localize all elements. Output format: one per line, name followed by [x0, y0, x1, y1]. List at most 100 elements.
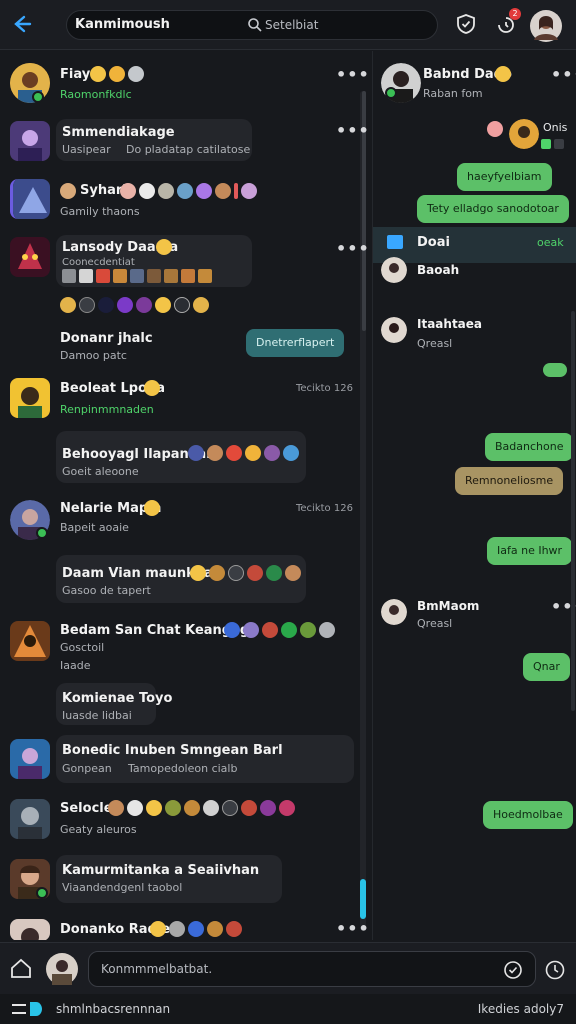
profile-avatar[interactable] [530, 10, 562, 42]
message-bubble[interactable]: Remnoneliosme [455, 467, 564, 495]
avatar [381, 599, 407, 625]
emoji-row [150, 921, 242, 937]
message-bubble[interactable]: haeyfyelbiam [457, 163, 552, 191]
emoji-row [190, 565, 301, 581]
menu-icon[interactable] [10, 1000, 44, 1018]
notification-badge: 2 [509, 8, 521, 20]
timestamp: Tecikto 126 [296, 503, 353, 514]
avatar [10, 799, 50, 839]
message-input[interactable]: Konmmmelbatbat. [88, 951, 536, 987]
chat-preview: Coonecdentiat [62, 257, 135, 268]
online-dot [32, 91, 44, 103]
message-bubble[interactable]: Qnar [523, 653, 570, 681]
scrollbar-track[interactable] [571, 311, 575, 711]
chat-name: Kamurmitanka a Seaiivhan [62, 863, 260, 878]
home-icon[interactable] [8, 955, 34, 981]
emoji-row [188, 445, 299, 461]
chat-name: Komienae Toyo [62, 691, 173, 706]
chat-name: Fiay [60, 67, 91, 82]
avatar [381, 317, 407, 343]
scrollbar-thumb[interactable] [360, 879, 366, 919]
avatar [10, 919, 50, 940]
avatar [10, 378, 50, 418]
avatar [10, 63, 50, 103]
online-dot [36, 527, 48, 539]
search-icon[interactable] [247, 17, 263, 33]
more-options-icon[interactable]: ••• [336, 121, 370, 140]
chat-preview: Viaandendgenl taobol [62, 881, 183, 894]
emoji-row [120, 183, 257, 199]
message-placeholder: Konmmmelbatbat. [101, 962, 213, 976]
avatar [10, 739, 50, 779]
participant-name: Baoah [417, 263, 460, 277]
emoji-row [60, 183, 76, 199]
message-bubble[interactable]: Badanchone [485, 433, 574, 461]
chat-status: Raomonfkdlc [60, 88, 132, 101]
conversation-status: Raban fom [423, 87, 483, 100]
notification-icon[interactable]: 2 [494, 8, 521, 36]
status-bar: shmlnbacsrennnan Ikedies adoly7 [0, 994, 576, 1024]
participant-name: Itaahtaea [417, 317, 483, 331]
online-dot [385, 87, 397, 99]
chat-list: Fiay Raomonfkdlc ••• Smmendiakage Uasipe… [0, 51, 370, 940]
composer-bar: Konmmmelbatbat. [0, 942, 576, 994]
chat-preview: Geaty aleuros [60, 823, 137, 836]
chat-name: Smmendiakage [62, 125, 175, 140]
chat-preview: Gasoo de tapert [62, 584, 151, 597]
emoji-row [108, 800, 295, 816]
emoji-row [62, 269, 212, 283]
chat-name: Donanr jhalc [60, 331, 153, 346]
more-options-icon[interactable]: ••• [336, 919, 370, 938]
chat-preview: Gosctoil [60, 641, 105, 654]
message-text: haeyfyelbiam [467, 170, 542, 183]
row-name: Doai [417, 235, 450, 250]
timestamp: Tecikto 126 [296, 383, 353, 394]
emoji-row [224, 622, 335, 638]
reaction-pill[interactable] [543, 363, 567, 377]
chat-preview: Iuasde lidbai [62, 709, 132, 722]
emoji-row [156, 239, 172, 255]
message-bubble[interactable]: Hoedmolbae [483, 801, 573, 829]
chat-preview: Goeit aleoone [62, 465, 139, 478]
conversation-panel: Babnd Dado Raban fom ••• Onis haeyfyelbi… [372, 51, 576, 940]
chat-preview: Gamily thaons [60, 205, 140, 218]
more-options-icon[interactable]: ••• [336, 65, 370, 84]
chat-preview: Damoo patc [60, 349, 127, 362]
chat-preview: Gonpean [62, 762, 112, 775]
reply-text: Dnetrerflapert [256, 336, 335, 349]
shield-check-icon[interactable] [454, 12, 478, 36]
message-text: Hoedmolbae [493, 808, 563, 821]
avatar [10, 237, 50, 277]
message-text: Remnoneliosme [465, 474, 554, 487]
message-text: Qnar [533, 660, 560, 673]
message-bubble[interactable]: Iafa ne Ihwr [487, 537, 573, 565]
user-avatar[interactable] [46, 953, 78, 985]
emoji-row [487, 121, 503, 137]
top-bar: Kanmimoush Setelbiat 2 [0, 0, 576, 50]
sticker-icon[interactable] [503, 960, 523, 980]
back-arrow-icon[interactable] [8, 11, 34, 37]
reply-bubble[interactable]: Dnetrerflapert [246, 329, 345, 357]
emoji-row [90, 66, 144, 82]
emoji-row [144, 500, 160, 516]
chat-preview: Do pladatap catilatose [126, 143, 251, 156]
reaction-row [60, 297, 209, 313]
status-right-text: Ikedies adoly7 [477, 1002, 564, 1016]
avatar [10, 121, 50, 161]
message-bubble[interactable]: Tety elladgo sanodotoar [417, 195, 569, 223]
chat-preview: Bapeit aoaie [60, 521, 129, 534]
emoji-row [541, 139, 564, 149]
avatar [381, 257, 407, 283]
emoji-row [144, 380, 160, 396]
clock-icon[interactable] [544, 959, 566, 981]
search-placeholder: Setelbiat [265, 18, 319, 32]
message-text: Tety elladgo sanodotoar [427, 202, 559, 215]
participant-status: Qreasl [417, 617, 453, 630]
chat-status: Renpinmmnaden [60, 403, 154, 416]
row-status: oeak [537, 236, 564, 249]
more-options-icon[interactable]: ••• [551, 65, 576, 84]
participant-status: Qreasl [417, 337, 453, 350]
more-options-icon[interactable]: ••• [336, 239, 370, 258]
search-bar[interactable]: Kanmimoush Setelbiat [66, 10, 438, 40]
chat-name: Bonedic Inuben Smngean Barl [62, 743, 283, 758]
